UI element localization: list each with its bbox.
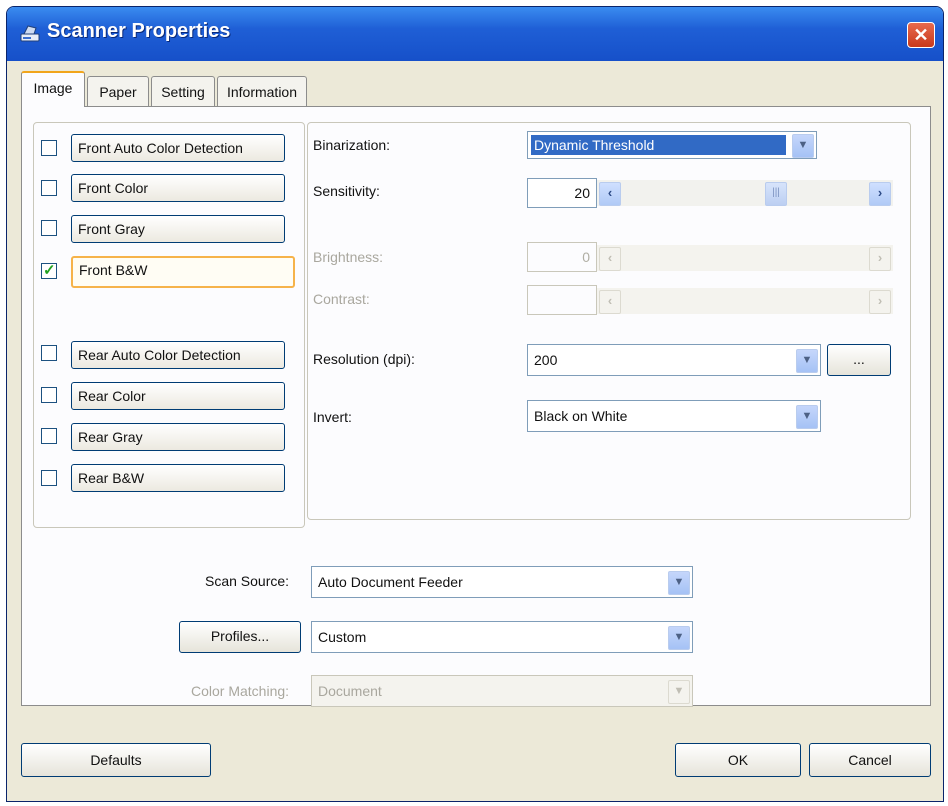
title-bar: Scanner Properties ✕ <box>7 7 943 61</box>
binarization-label: Binarization: <box>313 137 391 153</box>
profiles-select[interactable]: Custom ▼ <box>311 621 693 653</box>
front-auto-color-button[interactable]: Front Auto Color Detection <box>71 134 285 162</box>
front-auto-color-checkbox[interactable] <box>41 140 57 156</box>
close-button[interactable]: ✕ <box>907 22 935 48</box>
resolution-more-button[interactable]: ... <box>827 344 891 376</box>
resolution-value: 200 <box>534 352 558 368</box>
chevron-right-icon[interactable]: › <box>869 290 891 314</box>
front-bw-button[interactable]: Front B&W <box>71 256 295 288</box>
rear-color-checkbox[interactable] <box>41 387 57 403</box>
brightness-input[interactable]: 0 <box>527 242 597 272</box>
chevron-right-icon[interactable]: › <box>869 182 891 206</box>
chevron-right-icon[interactable]: › <box>869 247 891 271</box>
brightness-label: Brightness: <box>313 249 384 265</box>
chevron-down-icon: ▼ <box>792 134 814 158</box>
chevron-down-icon: ▼ <box>668 571 690 595</box>
rear-bw-checkbox[interactable] <box>41 470 57 486</box>
front-bw-checkbox[interactable] <box>41 261 57 279</box>
tab-information[interactable]: Information <box>217 76 307 106</box>
scanner-icon <box>20 25 40 42</box>
color-matching-label: Color Matching: <box>191 683 290 699</box>
close-icon: ✕ <box>913 25 929 45</box>
window-title: Scanner Properties <box>47 20 231 42</box>
front-color-button[interactable]: Front Color <box>71 174 285 202</box>
sensitivity-label: Sensitivity: <box>313 183 380 199</box>
rear-bw-button[interactable]: Rear B&W <box>71 464 285 492</box>
rear-gray-checkbox[interactable] <box>41 428 57 444</box>
rear-gray-button[interactable]: Rear Gray <box>71 423 285 451</box>
brightness-slider[interactable]: ‹ › <box>597 245 893 271</box>
invert-label: Invert: <box>313 409 352 425</box>
color-matching-value: Document <box>318 683 382 699</box>
chevron-left-icon[interactable]: ‹ <box>599 182 621 206</box>
resolution-select[interactable]: 200 ▼ <box>527 344 821 376</box>
tab-paper[interactable]: Paper <box>87 76 149 106</box>
invert-value: Black on White <box>534 408 628 424</box>
chevron-down-icon: ▼ <box>796 405 818 429</box>
resolution-label: Resolution (dpi): <box>313 351 415 367</box>
front-gray-button[interactable]: Front Gray <box>71 215 285 243</box>
profiles-value: Custom <box>318 629 367 645</box>
chevron-down-icon: ▼ <box>796 349 818 373</box>
tab-image[interactable]: Image <box>21 71 85 107</box>
cancel-button[interactable]: Cancel <box>809 743 931 777</box>
chevron-down-icon: ▼ <box>668 626 690 650</box>
contrast-input[interactable] <box>527 285 597 315</box>
binarization-value: Dynamic Threshold <box>531 135 786 155</box>
front-color-checkbox[interactable] <box>41 180 57 196</box>
sensitivity-input[interactable]: 20 <box>527 178 597 208</box>
scan-source-select[interactable]: Auto Document Feeder ▼ <box>311 566 693 598</box>
scanner-properties-dialog: Scanner Properties ✕ Image Paper Setting… <box>6 6 944 802</box>
scan-source-value: Auto Document Feeder <box>318 574 463 590</box>
color-matching-select[interactable]: Document ▼ <box>311 675 693 707</box>
contrast-label: Contrast: <box>313 291 370 307</box>
chevron-left-icon[interactable]: ‹ <box>599 247 621 271</box>
scan-source-label: Scan Source: <box>205 573 290 589</box>
contrast-slider[interactable]: ‹ › <box>597 288 893 314</box>
defaults-button[interactable]: Defaults <box>21 743 211 777</box>
profiles-button[interactable]: Profiles... <box>179 621 301 653</box>
chevron-down-icon: ▼ <box>668 680 690 704</box>
binarization-select[interactable]: Dynamic Threshold ▼ <box>527 131 817 159</box>
rear-auto-color-button[interactable]: Rear Auto Color Detection <box>71 341 285 369</box>
tab-setting[interactable]: Setting <box>151 76 215 106</box>
slider-thumb[interactable]: ||| <box>765 182 787 206</box>
front-gray-checkbox[interactable] <box>41 220 57 236</box>
chevron-left-icon[interactable]: ‹ <box>599 290 621 314</box>
ok-button[interactable]: OK <box>675 743 801 777</box>
invert-select[interactable]: Black on White ▼ <box>527 400 821 432</box>
rear-auto-color-checkbox[interactable] <box>41 345 57 361</box>
rear-color-button[interactable]: Rear Color <box>71 382 285 410</box>
sensitivity-slider[interactable]: ‹ ||| › <box>597 180 893 206</box>
